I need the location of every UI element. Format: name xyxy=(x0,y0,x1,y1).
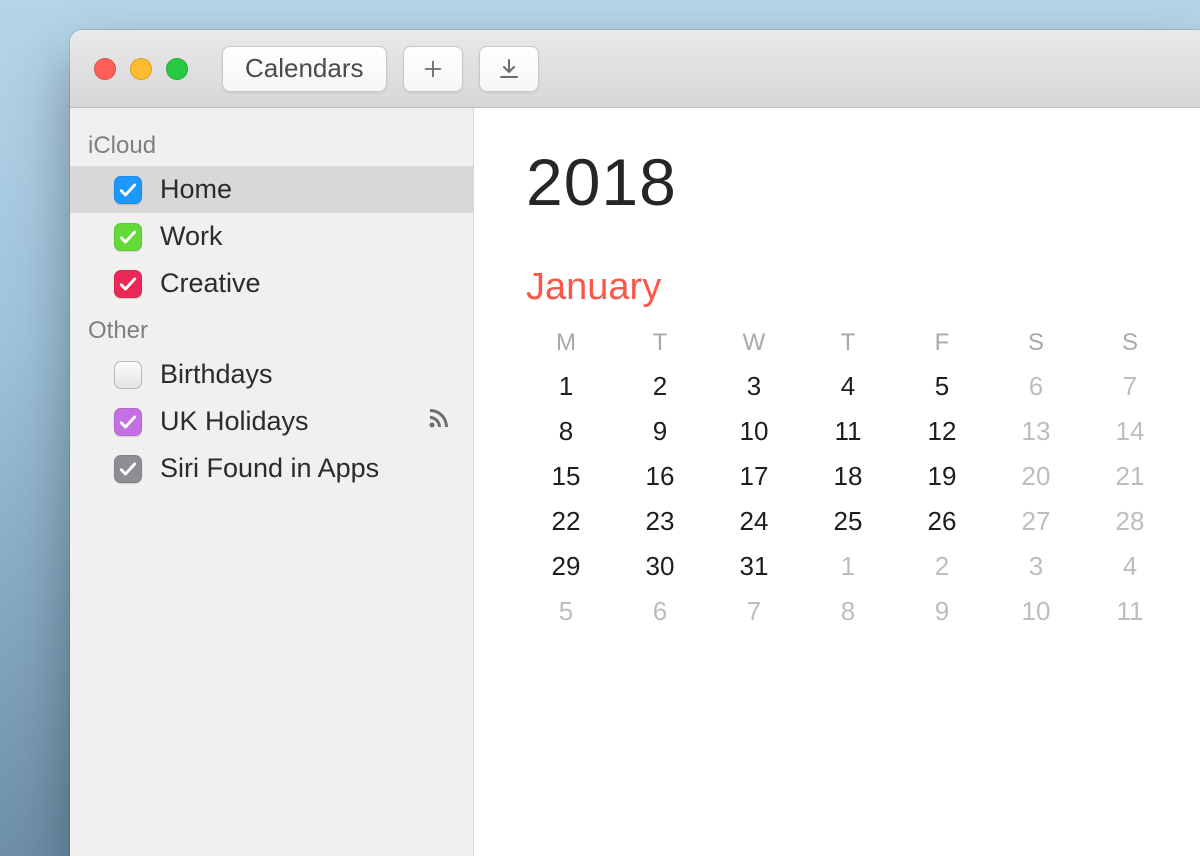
calendar-list-item[interactable]: Home xyxy=(70,166,473,213)
day-cell[interactable]: 27 xyxy=(996,506,1076,537)
calendar-checkbox[interactable] xyxy=(114,223,142,251)
day-cell[interactable]: 26 xyxy=(902,506,982,537)
day-cell[interactable]: 11 xyxy=(1090,596,1170,627)
plus-icon xyxy=(422,58,444,80)
day-cell[interactable]: 10 xyxy=(996,596,1076,627)
content-area: iCloud Home Work Creative Other Birthdays UK H… xyxy=(70,108,1200,856)
weekday-header: S xyxy=(1090,329,1170,357)
day-cell[interactable]: 28 xyxy=(1090,506,1170,537)
day-cell[interactable]: 9 xyxy=(902,596,982,627)
window-controls xyxy=(94,58,188,80)
titlebar: Calendars xyxy=(70,30,1200,108)
sidebar-section-title: Other xyxy=(70,307,473,351)
day-cell[interactable]: 20 xyxy=(996,461,1076,492)
inbox-button[interactable] xyxy=(479,46,539,92)
day-cell[interactable]: 22 xyxy=(526,506,606,537)
day-cell[interactable]: 8 xyxy=(808,596,888,627)
weekday-header: T xyxy=(808,329,888,357)
day-cell[interactable]: 12 xyxy=(902,416,982,447)
weekday-header: W xyxy=(714,329,794,357)
calendar-window: Calendars iCloud Home Work Creative Other Bir… xyxy=(70,30,1200,856)
day-cell[interactable]: 1 xyxy=(526,371,606,402)
calendar-list-item[interactable]: Creative xyxy=(70,260,473,307)
day-cell[interactable]: 8 xyxy=(526,416,606,447)
calendar-checkbox[interactable] xyxy=(114,176,142,204)
day-cell[interactable]: 14 xyxy=(1090,416,1170,447)
subscribed-icon xyxy=(427,406,451,437)
weekday-header: F xyxy=(902,329,982,357)
month-label[interactable]: January xyxy=(526,266,1170,309)
zoom-button[interactable] xyxy=(166,58,188,80)
day-cell[interactable]: 2 xyxy=(620,371,700,402)
sidebar-section-title: iCloud xyxy=(70,122,473,166)
day-cell[interactable]: 25 xyxy=(808,506,888,537)
calendar-label: Siri Found in Apps xyxy=(160,453,455,484)
day-cell[interactable]: 19 xyxy=(902,461,982,492)
day-cell[interactable]: 18 xyxy=(808,461,888,492)
day-cell[interactable]: 3 xyxy=(996,551,1076,582)
day-cell[interactable]: 31 xyxy=(714,551,794,582)
calendar-list-item[interactable]: UK Holidays xyxy=(70,398,473,445)
day-cell[interactable]: 7 xyxy=(714,596,794,627)
day-cell[interactable]: 5 xyxy=(902,371,982,402)
day-cell[interactable]: 15 xyxy=(526,461,606,492)
day-cell[interactable]: 2 xyxy=(902,551,982,582)
day-cell[interactable]: 6 xyxy=(620,596,700,627)
day-cell[interactable]: 30 xyxy=(620,551,700,582)
calendar-label: Birthdays xyxy=(160,359,455,390)
day-cell[interactable]: 6 xyxy=(996,371,1076,402)
day-cell[interactable]: 7 xyxy=(1090,371,1170,402)
day-cell[interactable]: 21 xyxy=(1090,461,1170,492)
calendar-list-item[interactable]: Siri Found in Apps xyxy=(70,445,473,492)
day-cell[interactable]: 1 xyxy=(808,551,888,582)
weekday-header: M xyxy=(526,329,606,357)
day-cell[interactable]: 13 xyxy=(996,416,1076,447)
calendar-list-item[interactable]: Work xyxy=(70,213,473,260)
minimize-button[interactable] xyxy=(130,58,152,80)
inbox-download-icon xyxy=(497,57,521,81)
calendar-label: Home xyxy=(160,174,455,205)
calendar-checkbox[interactable] xyxy=(114,270,142,298)
calendar-checkbox[interactable] xyxy=(114,361,142,389)
day-cell[interactable]: 3 xyxy=(714,371,794,402)
add-button[interactable] xyxy=(403,46,463,92)
close-button[interactable] xyxy=(94,58,116,80)
day-cell[interactable]: 4 xyxy=(1090,551,1170,582)
weekday-header: S xyxy=(996,329,1076,357)
calendar-checkbox[interactable] xyxy=(114,455,142,483)
year-label: 2018 xyxy=(526,144,1170,220)
calendar-list-item[interactable]: Birthdays xyxy=(70,351,473,398)
calendar-checkbox[interactable] xyxy=(114,408,142,436)
calendars-toggle-label: Calendars xyxy=(245,53,364,84)
day-cell[interactable]: 5 xyxy=(526,596,606,627)
calendar-label: Creative xyxy=(160,268,455,299)
month-grid: MTWTFSS123456789101112131415161718192021… xyxy=(526,329,1170,627)
day-cell[interactable]: 24 xyxy=(714,506,794,537)
day-cell[interactable]: 23 xyxy=(620,506,700,537)
calendar-label: Work xyxy=(160,221,455,252)
day-cell[interactable]: 11 xyxy=(808,416,888,447)
year-view: 2018 January MTWTFSS12345678910111213141… xyxy=(474,108,1200,856)
day-cell[interactable]: 4 xyxy=(808,371,888,402)
day-cell[interactable]: 10 xyxy=(714,416,794,447)
day-cell[interactable]: 29 xyxy=(526,551,606,582)
day-cell[interactable]: 9 xyxy=(620,416,700,447)
calendar-sidebar: iCloud Home Work Creative Other Birthdays UK H… xyxy=(70,108,474,856)
day-cell[interactable]: 16 xyxy=(620,461,700,492)
calendars-toggle-button[interactable]: Calendars xyxy=(222,46,387,92)
weekday-header: T xyxy=(620,329,700,357)
calendar-label: UK Holidays xyxy=(160,406,409,437)
day-cell[interactable]: 17 xyxy=(714,461,794,492)
